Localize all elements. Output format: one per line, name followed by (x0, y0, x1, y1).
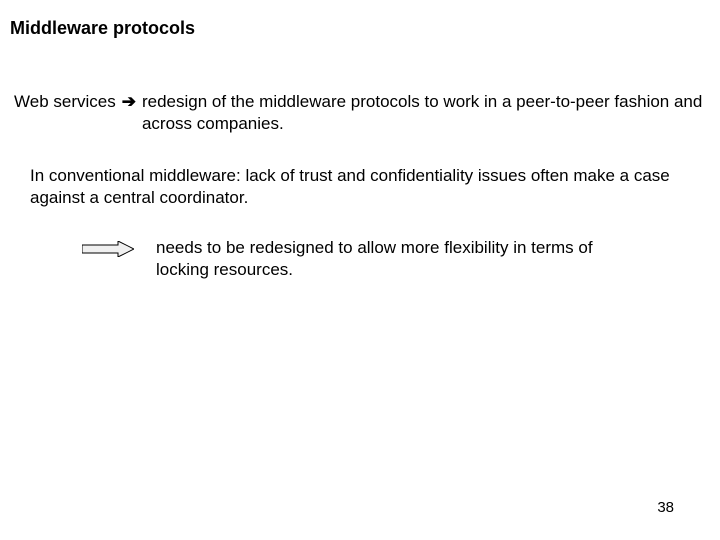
slide-title: Middleware protocols (10, 18, 712, 39)
line1-continuation: redesign of the middleware protocols to … (142, 91, 712, 135)
arrow-outline-right-icon (82, 241, 134, 257)
slide-container: Middleware protocols Web services ➔ rede… (0, 0, 720, 540)
line1-lead: Web services (14, 91, 116, 113)
arrow-right-icon: ➔ (122, 91, 136, 113)
bullet-row-1: Web services ➔ redesign of the middlewar… (14, 91, 712, 135)
paragraph-2: In conventional middleware: lack of trus… (30, 165, 670, 209)
page-number: 38 (657, 499, 674, 516)
paragraph-3: needs to be redesigned to allow more fle… (156, 237, 638, 281)
bullet-row-3: needs to be redesigned to allow more fle… (82, 237, 712, 281)
